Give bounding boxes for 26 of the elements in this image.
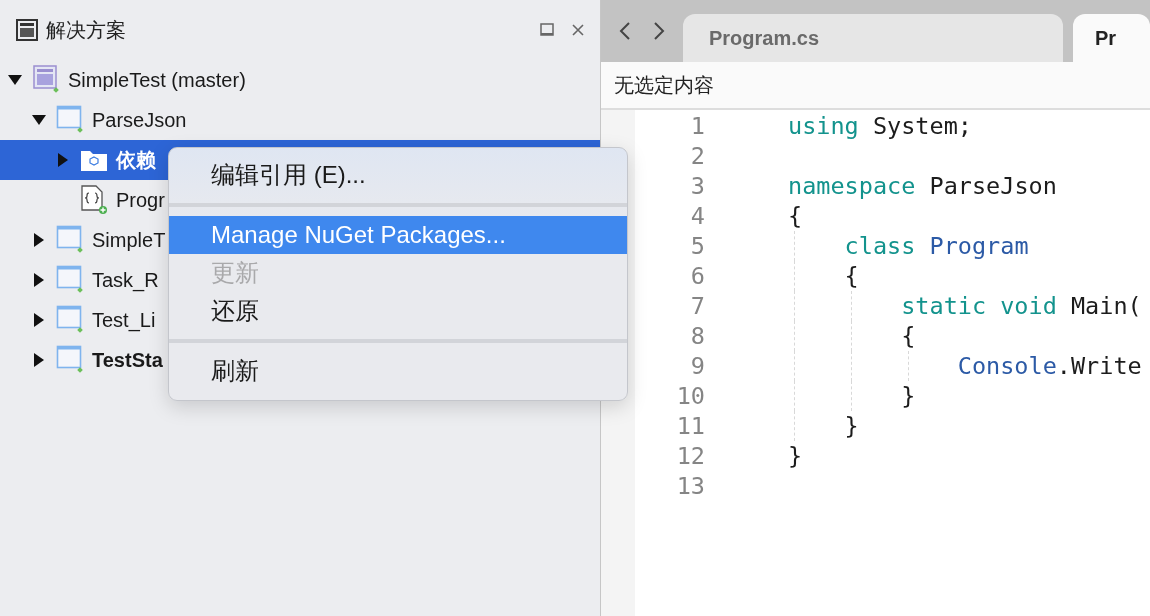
- code-line: }: [843, 412, 859, 440]
- line-number: 9: [689, 352, 705, 380]
- line-number: 7: [689, 292, 705, 320]
- code-line: {: [900, 322, 916, 350]
- code-line: class Program: [843, 232, 1029, 260]
- code-line: }: [900, 382, 916, 410]
- code-line: Console.Write: [956, 352, 1142, 380]
- code-line: namespace ParseJson: [788, 172, 1057, 200]
- code-line: static void Main(: [900, 292, 1142, 320]
- breadcrumb: 无选定内容: [614, 72, 714, 98]
- line-number: 1: [689, 112, 705, 140]
- line-number: 3: [689, 172, 705, 200]
- line-number: 13: [675, 472, 705, 500]
- line-number: 10: [675, 382, 705, 410]
- line-number: 6: [689, 262, 705, 290]
- code-line: }: [788, 442, 803, 470]
- code-line: using System;: [788, 112, 972, 140]
- line-number: 11: [675, 412, 705, 440]
- line-number: 8: [689, 322, 705, 350]
- line-number: 4: [689, 202, 705, 230]
- panel-title: 解决方案: [46, 17, 127, 43]
- code-line: {: [843, 262, 859, 290]
- line-number: 12: [675, 442, 705, 470]
- code-line: {: [788, 202, 803, 230]
- line-number: 5: [689, 232, 705, 260]
- line-number: 2: [689, 142, 705, 170]
